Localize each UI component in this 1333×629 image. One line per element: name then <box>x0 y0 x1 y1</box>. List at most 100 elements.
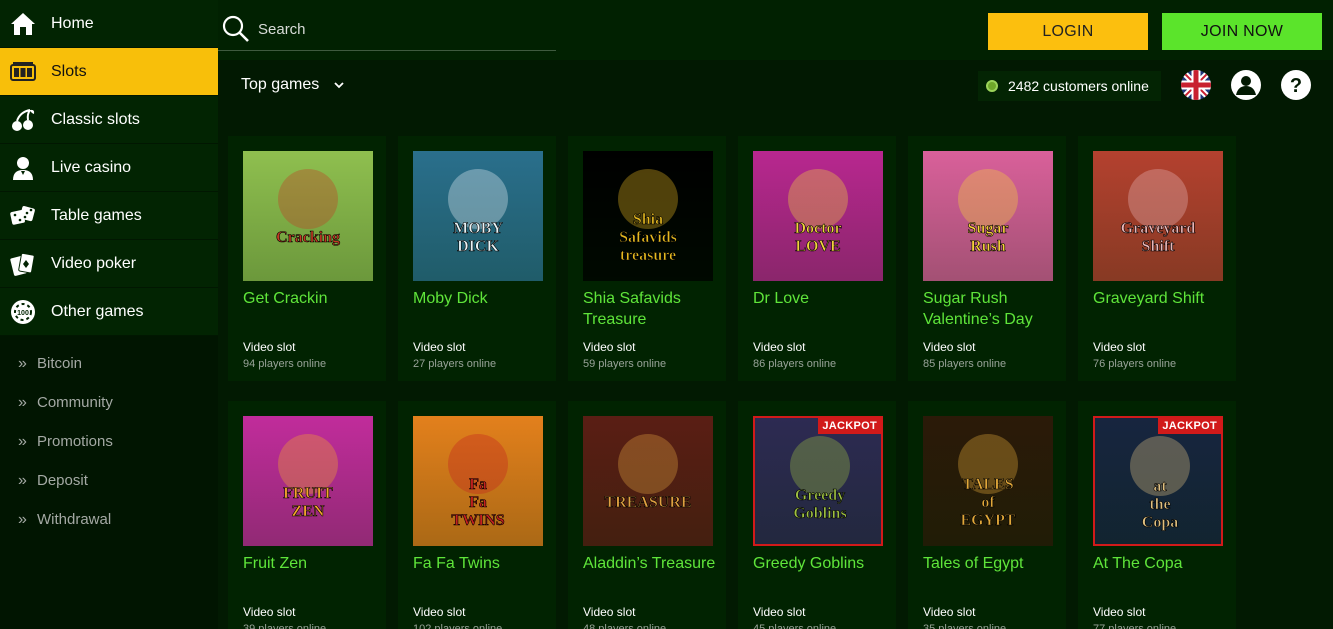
sidebar-link-withdrawal[interactable]: » Withdrawal <box>0 500 218 539</box>
game-title[interactable]: Tales of Egypt <box>923 553 1058 574</box>
sidebar-link-community[interactable]: » Community <box>0 383 218 422</box>
search-icon[interactable] <box>222 15 250 43</box>
players-online: 77 players online <box>1093 623 1177 629</box>
game-type: Video slot <box>413 605 466 619</box>
jackpot-badge: JACKPOT <box>1158 418 1221 434</box>
game-type: Video slot <box>583 605 636 619</box>
game-card[interactable]: Greedy Goblins JACKPOT Greedy Goblins Video… <box>738 401 896 629</box>
svg-text:Cracking: Cracking <box>276 229 340 246</box>
game-type: Video slot <box>1093 605 1146 619</box>
svg-text:MOBYDICK: MOBY DICK <box>453 220 503 255</box>
uk-flag-icon[interactable] <box>1181 70 1211 100</box>
game-card[interactable]: MOBY DICK Moby Dick Video slot 27 players o… <box>398 136 556 381</box>
search-input[interactable] <box>258 20 538 38</box>
sidebar-item-label: Other games <box>51 302 144 320</box>
svg-text:SugarRush: Sugar Rush <box>968 220 1009 255</box>
login-button[interactable]: LOGIN <box>988 13 1148 50</box>
game-title[interactable]: Dr Love <box>753 288 888 309</box>
sidebar-link-label: Withdrawal <box>37 511 112 528</box>
sidebar-item-live-casino[interactable]: Live casino <box>0 144 218 192</box>
game-title[interactable]: Graveyard Shift <box>1093 288 1228 309</box>
sidebar: Home Slots Classic slots Live casino Tab… <box>0 0 218 629</box>
game-type: Video slot <box>413 340 466 354</box>
game-thumbnail[interactable]: Graveyard Shift <box>1093 151 1223 281</box>
games-filter-dropdown[interactable]: Top games <box>241 76 345 94</box>
game-card[interactable]: TALES of EGYPT Tales of Egypt Video slot 35 … <box>908 401 1066 629</box>
cards-icon <box>8 249 38 279</box>
game-thumbnail[interactable]: Fa Fa TWINS <box>413 416 543 546</box>
game-title[interactable]: Get Crackin <box>243 288 378 309</box>
sidebar-item-video-poker[interactable]: Video poker <box>0 240 218 288</box>
double-chevron-right-icon: » <box>18 432 27 450</box>
players-online: 94 players online <box>243 358 327 370</box>
game-title[interactable]: Shia Safavids Treasure <box>583 288 718 330</box>
game-thumbnail[interactable]: Greedy Goblins JACKPOT <box>753 416 883 546</box>
game-title[interactable]: At The Copa <box>1093 553 1228 574</box>
game-thumbnail[interactable]: Doctor LOVE <box>753 151 883 281</box>
game-card[interactable]: TREASURE Aladdin’s Treasure Video slot 48 … <box>568 401 726 629</box>
svg-text:100: 100 <box>17 310 29 317</box>
sidebar-item-slots[interactable]: Slots <box>0 48 218 96</box>
double-chevron-right-icon: » <box>18 393 27 411</box>
join-now-button[interactable]: JOIN NOW <box>1162 13 1322 50</box>
game-art: TREASURE <box>583 416 713 546</box>
chip-icon: 100 <box>8 297 38 327</box>
game-thumbnail[interactable]: at the Copa JACKPOT <box>1093 416 1223 546</box>
game-thumbnail[interactable]: Cracking <box>243 151 373 281</box>
game-thumbnail[interactable]: FRUIT ZEN <box>243 416 373 546</box>
sidebar-link-label: Promotions <box>37 433 113 450</box>
dice-icon <box>8 201 38 231</box>
sidebar-item-other-games[interactable]: 100 Other games <box>0 288 218 336</box>
game-title[interactable]: Fruit Zen <box>243 553 378 574</box>
account-icon[interactable] <box>1231 70 1261 100</box>
game-card[interactable]: Shia Safavids treasure Shia Safavids Treas… <box>568 136 726 381</box>
sidebar-link-label: Community <box>37 394 113 411</box>
players-online: 48 players online <box>583 623 667 629</box>
players-online: 102 players online <box>413 623 503 629</box>
players-online: 35 players online <box>923 623 1007 629</box>
game-art: MOBY DICK <box>413 151 543 281</box>
game-card[interactable]: Sugar Rush Sugar Rush Valentine’s Day Vide… <box>908 136 1066 381</box>
sidebar-item-classic-slots[interactable]: Classic slots <box>0 96 218 144</box>
game-card[interactable]: Doctor LOVE Dr Love Video slot 86 players o… <box>738 136 896 381</box>
game-art: Sugar Rush <box>923 151 1053 281</box>
sidebar-link-promotions[interactable]: » Promotions <box>0 422 218 461</box>
sidebar-item-label: Video poker <box>51 254 137 272</box>
svg-text:DoctorLOVE: Doctor LOVE <box>794 220 841 255</box>
game-art: Cracking <box>243 151 373 281</box>
players-online: 59 players online <box>583 358 667 370</box>
games-filter-label: Top games <box>241 76 320 93</box>
game-card[interactable]: FRUIT ZEN Fruit Zen Video slot 39 players o… <box>228 401 386 629</box>
players-online: 39 players online <box>243 623 327 629</box>
sidebar-link-label: Bitcoin <box>37 355 83 372</box>
game-title[interactable]: Fa Fa Twins <box>413 553 548 574</box>
game-card[interactable]: Fa Fa TWINS Fa Fa Twins Video slot 102 playe… <box>398 401 556 629</box>
slot-machine-icon <box>8 57 38 87</box>
online-counter: 2482 customers online <box>978 71 1161 101</box>
game-type: Video slot <box>243 340 296 354</box>
sidebar-link-bitcoin[interactable]: » Bitcoin <box>0 344 218 383</box>
game-thumbnail[interactable]: Shia Safavids treasure <box>583 151 713 281</box>
game-title[interactable]: Sugar Rush Valentine’s Day <box>923 288 1058 330</box>
players-online: 27 players online <box>413 358 497 370</box>
game-grid: Cracking Get Crackin Video slot 94 players… <box>218 110 1333 629</box>
game-title[interactable]: Moby Dick <box>413 288 548 309</box>
game-type: Video slot <box>583 340 636 354</box>
game-title[interactable]: Greedy Goblins <box>753 553 888 574</box>
game-title[interactable]: Aladdin’s Treasure <box>583 553 718 574</box>
sidebar-item-table-games[interactable]: Table games <box>0 192 218 240</box>
players-online: 76 players online <box>1093 358 1177 370</box>
game-thumbnail[interactable]: Sugar Rush <box>923 151 1053 281</box>
game-thumbnail[interactable]: TREASURE <box>583 416 713 546</box>
game-type: Video slot <box>753 340 806 354</box>
sidebar-link-label: Deposit <box>37 472 88 489</box>
game-thumbnail[interactable]: TALES of EGYPT <box>923 416 1053 546</box>
game-art: Doctor LOVE <box>753 151 883 281</box>
sidebar-item-home[interactable]: Home <box>0 0 218 48</box>
sidebar-link-deposit[interactable]: » Deposit <box>0 461 218 500</box>
game-thumbnail[interactable]: MOBY DICK <box>413 151 543 281</box>
game-card[interactable]: at the Copa JACKPOT At The Copa Video slot 77… <box>1078 401 1236 629</box>
game-card[interactable]: Cracking Get Crackin Video slot 94 players… <box>228 136 386 381</box>
help-icon[interactable]: ? <box>1281 70 1311 100</box>
game-card[interactable]: Graveyard Shift Graveyard Shift Video slot… <box>1078 136 1236 381</box>
